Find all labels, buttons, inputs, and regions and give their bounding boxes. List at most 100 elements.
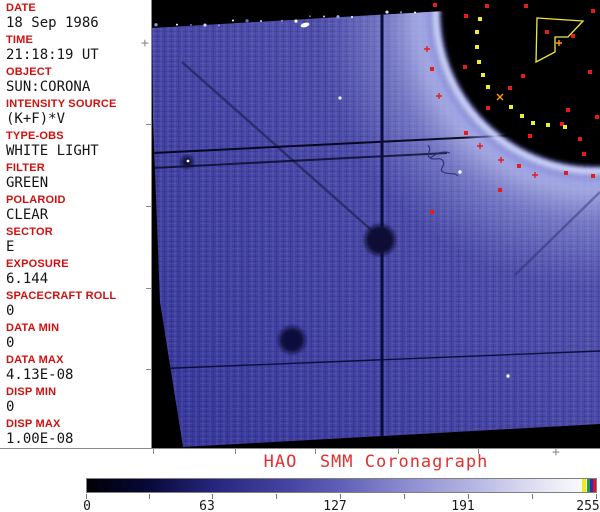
yellow-dot (546, 123, 550, 127)
red-dot (433, 3, 437, 7)
metadata-field: SECTOR E (6, 226, 151, 258)
metadata-label: SPACECRAFT ROLL (6, 290, 151, 303)
metadata-value: 18 Sep 1986 (6, 15, 151, 32)
metadata-value: 0 (6, 399, 151, 416)
bright-star (458, 170, 461, 173)
metadata-label: DATE (6, 2, 151, 15)
yellow-dot (509, 105, 513, 109)
yellow-dot (481, 73, 485, 77)
colorbar-tick-label: 191 (451, 499, 474, 512)
red-dot (517, 164, 521, 168)
red-dot (464, 131, 468, 135)
metadata-field: FILTER GREEN (6, 162, 151, 194)
metadata-field: DISP MAX 1.00E-08 (6, 418, 151, 450)
red-dot (498, 188, 502, 192)
metadata-field: SPACECRAFT ROLL 0 (6, 290, 151, 322)
edge-speckle (245, 19, 248, 22)
red-dot (582, 152, 586, 156)
page-title: HAO SMM Coronagraph (152, 452, 600, 472)
edge-speckle (154, 23, 157, 26)
metadata-field: DATA MIN 0 (6, 322, 151, 354)
red-dot (524, 4, 528, 8)
colorbar-tick-label: 0 (83, 499, 91, 512)
red-dot (591, 9, 595, 13)
metadata-label: TYPE-OBS (6, 130, 151, 143)
metadata-value: CLEAR (6, 207, 151, 224)
yellow-dot (531, 121, 535, 125)
metadata-value: 4.13E-08 (6, 367, 151, 384)
metadata-label: DISP MAX (6, 418, 151, 431)
coronagraph-image (152, 0, 600, 448)
metadata-field: INTENSITY SOURCE (K+F)*V (6, 98, 151, 130)
dark-blob (279, 327, 305, 353)
dark-spot (181, 156, 193, 168)
red-dot (564, 171, 568, 175)
red-dot (430, 210, 434, 214)
metadata-value: 21:18:19 UT (6, 47, 151, 64)
edge-speckle (336, 15, 339, 18)
edge-speckle (260, 20, 262, 22)
red-dot (464, 14, 468, 18)
metadata-label: TIME (6, 34, 151, 47)
colorbar-tick (276, 494, 277, 499)
metadata-field: DISP MIN 0 (6, 386, 151, 418)
red-dot (430, 67, 434, 71)
image-bottom-axis (0, 448, 600, 449)
yellow-dot (478, 17, 482, 21)
axis-plus-mark: + (141, 36, 149, 51)
red-dot (578, 137, 582, 141)
metadata-field: TIME 21:18:19 UT (6, 34, 151, 66)
metadata-value: 6.144 (6, 271, 151, 288)
yellow-dot (520, 114, 524, 118)
metadata-label: DATA MAX (6, 354, 151, 367)
metadata-panel: DATE 18 Sep 1986 TIME 21:18:19 UT OBJECT… (0, 0, 151, 448)
edge-speckle (365, 16, 367, 18)
colorbar-scale: 0 63 127 191 255 (0, 494, 600, 512)
metadata-label: POLAROID (6, 194, 151, 207)
red-dot (508, 86, 512, 90)
colorbar-tick (532, 494, 533, 499)
bright-speck (187, 160, 190, 163)
yellow-dot (475, 45, 479, 49)
red-dot (485, 4, 489, 8)
red-dot (528, 134, 532, 138)
red-dot (486, 106, 490, 110)
pylon-blob (365, 225, 395, 255)
red-dot (521, 74, 525, 78)
colorbar-tick-label: 255 (576, 499, 599, 512)
yellow-dot (563, 125, 567, 129)
colorbar-tick (149, 494, 150, 499)
edge-speckle (294, 19, 297, 22)
metadata-label: INTENSITY SOURCE (6, 98, 151, 111)
edge-speckle (400, 11, 402, 13)
metadata-value: GREEN (6, 175, 151, 192)
bright-star (506, 374, 509, 377)
axis-tick (146, 124, 151, 125)
metadata-field: EXPOSURE 6.144 (6, 258, 151, 290)
metadata-value: SUN:CORONA (6, 79, 151, 96)
yellow-dot (477, 60, 481, 64)
red-dot (595, 115, 599, 119)
metadata-label: EXPOSURE (6, 258, 151, 271)
metadata-value: 0 (6, 303, 151, 320)
edge-speckle (218, 24, 220, 26)
metadata-label: FILTER (6, 162, 151, 175)
axis-tick (146, 288, 151, 289)
yellow-dot (475, 30, 479, 34)
edge-speckle (232, 20, 234, 22)
metadata-label: DISP MIN (6, 386, 151, 399)
red-dot (566, 108, 570, 112)
edge-speckle (385, 10, 388, 13)
colorbar-tick-label: 63 (199, 499, 215, 512)
metadata-field: POLAROID CLEAR (6, 194, 151, 226)
metadata-field: DATE 18 Sep 1986 (6, 2, 151, 34)
colorbar-tick-label: 127 (323, 499, 346, 512)
edge-speckle (281, 20, 283, 22)
edge-speckle (323, 16, 325, 18)
edge-speckle (203, 23, 206, 26)
metadata-value: (K+F)*V (6, 111, 151, 128)
axis-tick (146, 369, 151, 370)
metadata-label: SECTOR (6, 226, 151, 239)
metadata-field: OBJECT SUN:CORONA (6, 66, 151, 98)
bright-star (338, 96, 341, 99)
